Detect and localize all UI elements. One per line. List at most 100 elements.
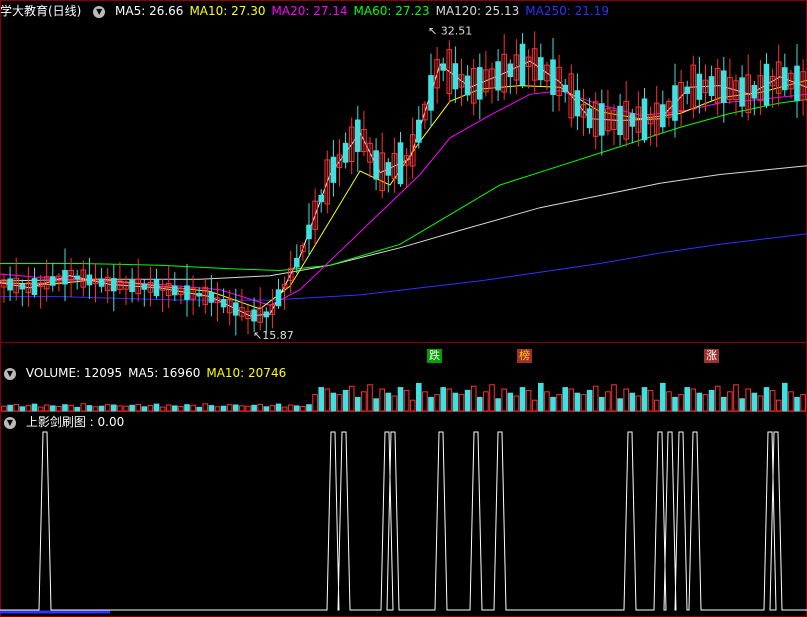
volume-bar: [556, 394, 562, 412]
event-tag-zhang[interactable]: 涨: [704, 349, 719, 363]
volume-bar: [165, 404, 172, 412]
volume-bar: [653, 399, 660, 412]
volume-bar: [769, 389, 776, 412]
volume-bar: [605, 391, 611, 412]
volume-bar: [1, 405, 7, 412]
candle-body: [196, 293, 202, 297]
volume-bar: [483, 391, 489, 412]
candle-body: [184, 285, 190, 300]
volume-bar: [416, 382, 422, 412]
volume-bar: [629, 392, 636, 412]
volume-bar: [172, 405, 178, 412]
volume-bar: [330, 392, 337, 412]
volume-bar: [562, 387, 569, 412]
volume-bar: [178, 406, 184, 412]
volume-bar: [80, 403, 87, 412]
candle-body: [141, 283, 148, 290]
candle-body: [739, 77, 745, 107]
volume-bar: [470, 385, 477, 412]
volume-bar: [202, 403, 209, 412]
volume-bar: [513, 395, 520, 412]
candle-body: [263, 311, 270, 318]
volume-bar: [233, 404, 239, 412]
candle-body: [684, 86, 691, 94]
candle-body: [74, 275, 81, 280]
ma-line-ma5: [0, 60, 807, 317]
volume-bar: [611, 384, 617, 412]
volume-bar: [98, 405, 105, 412]
volume-bar: [19, 406, 26, 412]
volume-bar: [37, 406, 44, 412]
volume-bar: [696, 392, 703, 412]
volume-bar: [489, 384, 495, 412]
volume-bar: [318, 387, 324, 412]
ma-line-ma10: [0, 79, 807, 310]
volume-bar: [25, 405, 32, 412]
volume-bar: [714, 385, 721, 412]
volume-bar: [281, 406, 288, 412]
candle-body: [452, 63, 459, 90]
volume-bar: [782, 382, 788, 412]
candle-body: [574, 90, 581, 117]
volume-bar: [153, 403, 160, 412]
volume-bar: [190, 404, 196, 412]
volume-bar: [733, 384, 739, 412]
volume-bar: [104, 404, 111, 412]
volume-bar: [684, 387, 691, 412]
volume-bar: [757, 395, 764, 412]
ma-line-ma120: [0, 165, 807, 282]
volume-bar: [123, 405, 129, 412]
candle-body: [794, 65, 800, 102]
volume-bar: [452, 392, 459, 412]
volume-bar: [257, 403, 263, 412]
candle-body: [763, 63, 770, 106]
volume-bar: [440, 387, 446, 412]
candle-body: [172, 285, 178, 296]
volume-bar: [245, 405, 251, 412]
candle-body: [672, 85, 678, 121]
volume-bar: [336, 394, 343, 412]
volume-bar: [214, 406, 221, 412]
candle-body: [111, 278, 117, 292]
candle-body: [385, 162, 392, 176]
volume-bar: [434, 394, 440, 412]
volume-bar: [635, 395, 642, 412]
candle-body: [50, 276, 56, 286]
volume-bar: [117, 405, 123, 412]
volume-bar: [355, 396, 361, 412]
chart-canvas[interactable]: ↖ 32.51 ↖15.87: [0, 0, 807, 617]
volume-bar: [721, 396, 727, 412]
event-tag-die[interactable]: 跌: [427, 349, 442, 363]
volume-bar: [7, 404, 13, 412]
volume-bar: [239, 405, 245, 412]
volume-bar: [446, 388, 453, 412]
candle-body: [495, 61, 501, 91]
candle-body: [721, 70, 727, 103]
candle-body: [599, 103, 605, 136]
volume-bar: [68, 404, 74, 412]
candle-body: [355, 119, 361, 152]
candle-body: [660, 104, 666, 128]
candle-body: [98, 278, 105, 287]
volume-bar: [422, 391, 428, 412]
volume-bar: [348, 385, 355, 412]
volume-bar: [525, 389, 532, 412]
volume-bar: [751, 392, 758, 412]
volume-bar: [702, 394, 709, 412]
volume-bar: [739, 398, 745, 412]
volume-bar: [647, 389, 654, 412]
volume-bar: [13, 403, 19, 412]
candle-body: [519, 43, 526, 86]
high-price-label: ↖ 32.51: [428, 25, 472, 38]
candle-body: [708, 76, 715, 96]
candle-body: [550, 59, 556, 95]
candle-body: [617, 105, 623, 136]
candle-body: [586, 108, 593, 129]
volume-bar: [550, 396, 556, 412]
volume-bar: [251, 404, 257, 412]
volume-bar: [361, 391, 367, 412]
volume-bar: [287, 404, 294, 412]
event-tag-bang[interactable]: 榜: [517, 349, 532, 363]
candle-body: [86, 274, 93, 286]
volume-bar: [775, 399, 782, 412]
